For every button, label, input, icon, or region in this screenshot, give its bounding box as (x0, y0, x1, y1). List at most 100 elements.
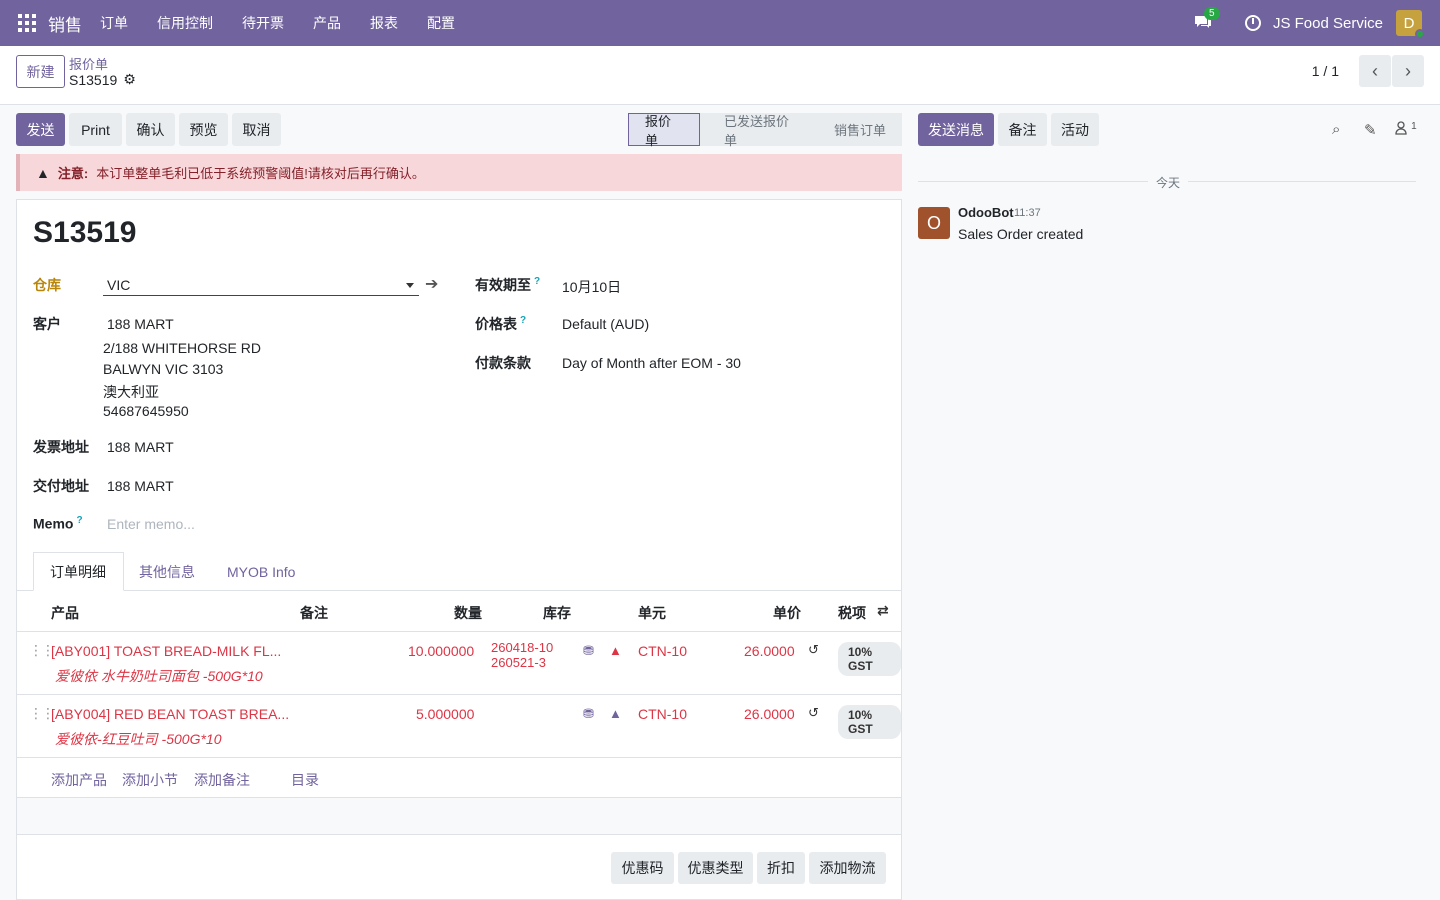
internal-link-arrow-icon[interactable]: ➔ (425, 274, 438, 294)
forecast-chart-icon[interactable]: ▲ (609, 643, 622, 658)
tab-order-lines[interactable]: 订单明细 (33, 552, 124, 591)
pager-prev-button[interactable]: ‹ (1359, 55, 1391, 87)
row-description[interactable]: 爱彼依 水牛奶吐司面包 -500G*10 (55, 666, 263, 686)
stage-sales-order[interactable]: 销售订单 (810, 113, 902, 146)
pricelist-label: 价格表? (475, 314, 526, 334)
breadcrumb-current: S13519 ⚙ (69, 71, 136, 88)
stage-quotation-sent[interactable]: 已发送报价单 (700, 113, 810, 148)
customer-address-line: BALWYN VIC 3103 (103, 361, 224, 377)
help-icon[interactable]: ? (76, 515, 82, 526)
user-avatar[interactable]: D (1396, 10, 1425, 39)
stock-boxes-icon[interactable]: ⛃ (583, 706, 594, 722)
col-product[interactable]: 产品 (51, 603, 79, 623)
row-product[interactable]: [ABY001] TOAST BREAD-MILK FL... (51, 643, 281, 659)
row-uom[interactable]: CTN-10 (638, 706, 687, 722)
message-time: 11:37 (1014, 207, 1041, 219)
print-button[interactable]: Print (69, 113, 122, 146)
paperclip-icon[interactable]: ✎ (1364, 121, 1377, 139)
col-quantity[interactable]: 数量 (454, 603, 482, 623)
row-description[interactable]: 爱彼依-红豆吐司 -500G*10 (55, 729, 221, 749)
discount-button[interactable]: 折扣 (757, 852, 805, 884)
stage-quotation[interactable]: 报价单 (628, 113, 700, 148)
column-settings-icon[interactable]: ⇄ (877, 602, 889, 619)
col-taxes[interactable]: 税项 (838, 603, 866, 623)
message-author-avatar[interactable]: O (918, 207, 950, 239)
validity-field[interactable]: 10月10日 (562, 277, 621, 297)
add-shipping-button[interactable]: 添加物流 (809, 852, 886, 884)
confirm-button[interactable]: 确认 (126, 113, 175, 146)
menu-reports[interactable]: 报表 (370, 13, 398, 33)
menu-credit-control[interactable]: 信用控制 (157, 13, 213, 33)
help-icon[interactable]: ? (534, 276, 540, 287)
cancel-button[interactable]: 取消 (232, 113, 281, 146)
invoice-address-field[interactable]: 188 MART (107, 439, 174, 455)
delivery-address-field[interactable]: 188 MART (107, 478, 174, 494)
row-quantity[interactable]: 5.000000 (416, 706, 474, 722)
followers-icon[interactable]: 1 (1395, 121, 1417, 139)
apps-grid-icon[interactable] (18, 14, 36, 32)
send-button[interactable]: 发送 (16, 113, 65, 146)
log-note-button[interactable]: 备注 (998, 113, 1047, 146)
tab-other-info[interactable]: 其他信息 (139, 552, 195, 591)
stock-boxes-icon[interactable]: ⛃ (583, 643, 594, 659)
pager-value[interactable]: 1 / 1 (1312, 63, 1339, 79)
price-history-icon[interactable]: ↺ (808, 705, 819, 721)
row-unit-price[interactable]: 26.0000 (744, 643, 795, 659)
menu-to-invoice[interactable]: 待开票 (242, 13, 284, 33)
message-author[interactable]: OdooBot (958, 205, 1014, 220)
forecast-chart-icon[interactable]: ▲ (609, 706, 622, 721)
menu-products[interactable]: 产品 (313, 13, 341, 33)
alert-message: 本订单整单毛利已低于系统预警阈值!请核对后再行确认。 (96, 166, 425, 181)
menu-configuration[interactable]: 配置 (427, 13, 455, 33)
stock-lot: 260521-3 (491, 655, 546, 670)
price-history-icon[interactable]: ↺ (808, 642, 819, 658)
row-quantity[interactable]: 10.000000 (408, 643, 474, 659)
row-unit-price[interactable]: 26.0000 (744, 706, 795, 722)
table-row[interactable]: ⋮⋮ [ABY004] RED BEAN TOAST BREA... 爱彼依-红… (17, 695, 901, 758)
catalog-link[interactable]: 目录 (291, 770, 319, 790)
coupon-code-button[interactable]: 优惠码 (611, 852, 674, 884)
form-sheet: S13519 仓库 VIC ➔ 客户 188 MART 2/188 WHITEH… (16, 199, 902, 900)
warehouse-field[interactable]: VIC (107, 277, 130, 293)
row-product[interactable]: [ABY004] RED BEAN TOAST BREA... (51, 706, 289, 722)
dropdown-caret-icon[interactable] (406, 283, 414, 288)
table-row[interactable]: ⋮⋮ [ABY001] TOAST BREAD-MILK FL... 爱彼依 水… (17, 632, 901, 695)
col-stock[interactable]: 库存 (543, 603, 571, 623)
pager-next-button[interactable]: › (1392, 55, 1424, 87)
app-brand[interactable]: 销售 (48, 11, 82, 36)
add-note-link[interactable]: 添加备注 (194, 770, 250, 790)
customer-field[interactable]: 188 MART (107, 316, 174, 332)
preview-button[interactable]: 预览 (179, 113, 228, 146)
tax-tag[interactable]: 10% GST (838, 705, 901, 739)
col-unit-price[interactable]: 单价 (773, 603, 801, 623)
pricelist-field[interactable]: Default (AUD) (562, 316, 649, 332)
col-note[interactable]: 备注 (300, 603, 328, 623)
chat-icon[interactable]: 5 (1193, 7, 1220, 33)
payment-terms-field[interactable]: Day of Month after EOM - 30 (562, 355, 741, 371)
activity-button[interactable]: 活动 (1051, 113, 1099, 146)
order-name: S13519 (33, 216, 137, 249)
add-product-link[interactable]: 添加产品 (51, 770, 107, 790)
memo-input[interactable]: Enter memo... (107, 516, 195, 532)
stock-lot: 260418-10 (491, 640, 554, 655)
help-icon[interactable]: ? (520, 315, 526, 326)
warehouse-label: 仓库 (33, 277, 61, 293)
new-button[interactable]: 新建 (16, 55, 65, 88)
company-switcher[interactable]: JS Food Service (1273, 15, 1383, 32)
activity-clock-icon[interactable] (1244, 15, 1261, 31)
alert-title: 注意: (57, 166, 89, 181)
add-section-link[interactable]: 添加小节 (122, 770, 178, 790)
tax-tag[interactable]: 10% GST (838, 642, 901, 676)
send-message-button[interactable]: 发送消息 (918, 113, 994, 146)
search-icon[interactable]: ⌕ (1332, 121, 1340, 138)
col-uom[interactable]: 单元 (638, 603, 666, 623)
drag-handle-icon[interactable]: ⋮⋮ (29, 705, 55, 722)
gear-icon[interactable]: ⚙ (123, 71, 136, 88)
customer-address-line: 2/188 WHITEHORSE RD (103, 340, 261, 356)
promotion-type-button[interactable]: 优惠类型 (678, 852, 753, 884)
tab-myob-info[interactable]: MYOB Info (227, 552, 295, 591)
avatar-letter: D (1403, 14, 1415, 32)
row-uom[interactable]: CTN-10 (638, 643, 687, 659)
menu-orders[interactable]: 订单 (100, 13, 128, 33)
drag-handle-icon[interactable]: ⋮⋮ (29, 642, 55, 659)
